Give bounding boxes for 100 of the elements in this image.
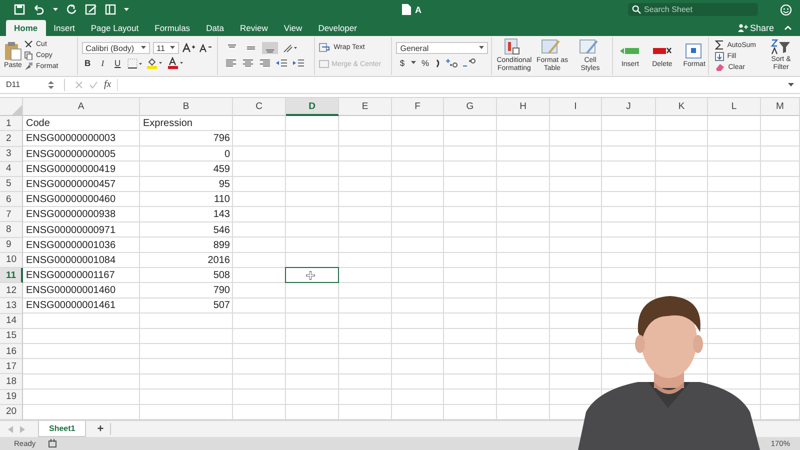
row-header[interactable]: 16 — [0, 344, 23, 360]
align-right-icon[interactable] — [258, 57, 272, 70]
wrap-text-icon — [318, 43, 331, 52]
increase-decimal-icon[interactable] — [445, 57, 460, 70]
underline-button[interactable]: U — [112, 58, 124, 68]
table-cell-text: 899 — [212, 238, 231, 253]
macro-record-icon[interactable] — [48, 439, 58, 448]
brush-icon — [24, 62, 33, 72]
column-header[interactable]: L — [708, 98, 761, 116]
caret-icon[interactable] — [53, 8, 58, 12]
redo-icon[interactable] — [66, 4, 77, 16]
row-header[interactable]: 7 — [0, 207, 23, 222]
search-field[interactable]: Search Sheet — [628, 3, 758, 16]
document-icon — [402, 4, 411, 16]
save-icon[interactable] — [14, 4, 25, 16]
column-header[interactable]: C — [233, 98, 286, 116]
row-header[interactable]: 13 — [0, 298, 23, 314]
ribbon-tab[interactable]: Review — [232, 20, 276, 36]
caret-icon[interactable] — [411, 61, 416, 66]
function-button[interactable]: fx — [104, 79, 112, 90]
column-header[interactable]: D — [286, 98, 339, 116]
row-header[interactable]: 9 — [0, 238, 23, 253]
currency-button[interactable]: $ — [396, 58, 408, 68]
row-header[interactable]: 11 — [0, 268, 23, 284]
bold-button[interactable]: B — [82, 58, 94, 68]
ribbon-tab[interactable]: View — [276, 20, 310, 36]
row-header[interactable]: 15 — [0, 328, 23, 344]
row-header[interactable]: 5 — [0, 176, 23, 192]
row-header[interactable]: 19 — [0, 390, 23, 405]
selected-cell[interactable] — [285, 267, 339, 284]
ribbon-tab[interactable]: Home — [6, 20, 46, 36]
column-header[interactable]: I — [550, 98, 602, 116]
column-header[interactable]: G — [444, 98, 497, 116]
table-cell-text: 508 — [212, 269, 231, 284]
undo-icon[interactable] — [33, 4, 45, 16]
row-header[interactable]: 14 — [0, 314, 23, 329]
row-header[interactable]: 6 — [0, 192, 23, 208]
column-header[interactable]: F — [392, 98, 444, 116]
column-header[interactable]: H — [497, 98, 550, 116]
copy-icon — [24, 51, 33, 60]
sheet-tab[interactable]: Sheet1 — [38, 421, 86, 438]
cursor-icon — [306, 270, 315, 280]
stepper-icon[interactable] — [48, 80, 54, 90]
collapse-icon[interactable] — [784, 25, 792, 30]
eraser-icon — [715, 63, 726, 72]
caret-icon — [170, 46, 175, 50]
share-button[interactable]: Share — [738, 20, 774, 36]
decrease-decimal-icon[interactable] — [462, 57, 476, 70]
expand-icon[interactable] — [788, 82, 794, 87]
row-header[interactable]: 8 — [0, 222, 23, 238]
smiley-icon[interactable] — [780, 4, 792, 16]
ribbon-tab[interactable]: Page Layout — [82, 20, 147, 36]
row-header[interactable]: 17 — [0, 359, 23, 374]
row-header[interactable]: 1 — [0, 116, 23, 132]
number-format-field[interactable]: General — [396, 42, 488, 54]
row-header[interactable]: 18 — [0, 374, 23, 390]
font-color-icon[interactable] — [166, 57, 185, 70]
panel-icon[interactable] — [105, 4, 116, 16]
add-sheet-button[interactable]: + — [91, 423, 111, 436]
column-header[interactable]: M — [761, 98, 800, 116]
font-name-field[interactable]: Calibri (Body) — [82, 42, 150, 54]
scissors-icon — [24, 40, 33, 50]
increase-indent-icon[interactable] — [292, 57, 306, 70]
row-header[interactable]: 2 — [0, 131, 23, 147]
row-header[interactable]: 3 — [0, 146, 23, 162]
font-size-field[interactable]: 11 — [152, 42, 179, 54]
row-header[interactable]: 20 — [0, 404, 23, 420]
caret-icon[interactable] — [124, 8, 129, 12]
fill-color-icon[interactable] — [146, 57, 164, 70]
row-header[interactable]: 4 — [0, 162, 23, 177]
align-center-icon[interactable] — [240, 57, 255, 70]
borders-icon[interactable] — [126, 58, 143, 69]
merge-icon — [318, 60, 329, 68]
column-header[interactable]: K — [656, 98, 708, 116]
ribbon-tab[interactable]: Data — [198, 20, 232, 36]
column-header[interactable]: J — [602, 98, 656, 116]
ribbon-tab[interactable]: Insert — [46, 20, 83, 36]
column-header[interactable]: B — [140, 98, 233, 116]
ribbon-tab[interactable]: Formulas — [146, 20, 198, 36]
row-header[interactable]: 12 — [0, 283, 23, 298]
edit-icon[interactable] — [85, 4, 97, 16]
decrease-indent-icon[interactable] — [274, 57, 289, 70]
align-left-icon[interactable] — [224, 57, 238, 70]
align-bottom-icon[interactable] — [262, 42, 278, 54]
shrink-font-icon[interactable] — [198, 43, 213, 54]
name-box[interactable]: D11 — [6, 80, 42, 90]
percent-button[interactable]: % — [419, 58, 432, 68]
grow-font-icon[interactable] — [182, 43, 196, 54]
table-cell-text: ENSG00000000419 — [25, 162, 117, 177]
sort-filter-icon — [770, 39, 792, 56]
column-header[interactable]: E — [339, 98, 392, 116]
row-header[interactable]: 10 — [0, 252, 23, 268]
triangle-icon — [12, 105, 22, 116]
insert-cells-icon — [619, 47, 642, 56]
clipboard-icon — [4, 41, 22, 62]
table-cell-text: 507 — [212, 299, 231, 314]
italic-button[interactable]: I — [96, 58, 109, 68]
ribbon-tab[interactable]: Developer — [310, 20, 365, 36]
column-header[interactable]: A — [23, 98, 140, 116]
table-cell-text: 143 — [212, 208, 231, 222]
